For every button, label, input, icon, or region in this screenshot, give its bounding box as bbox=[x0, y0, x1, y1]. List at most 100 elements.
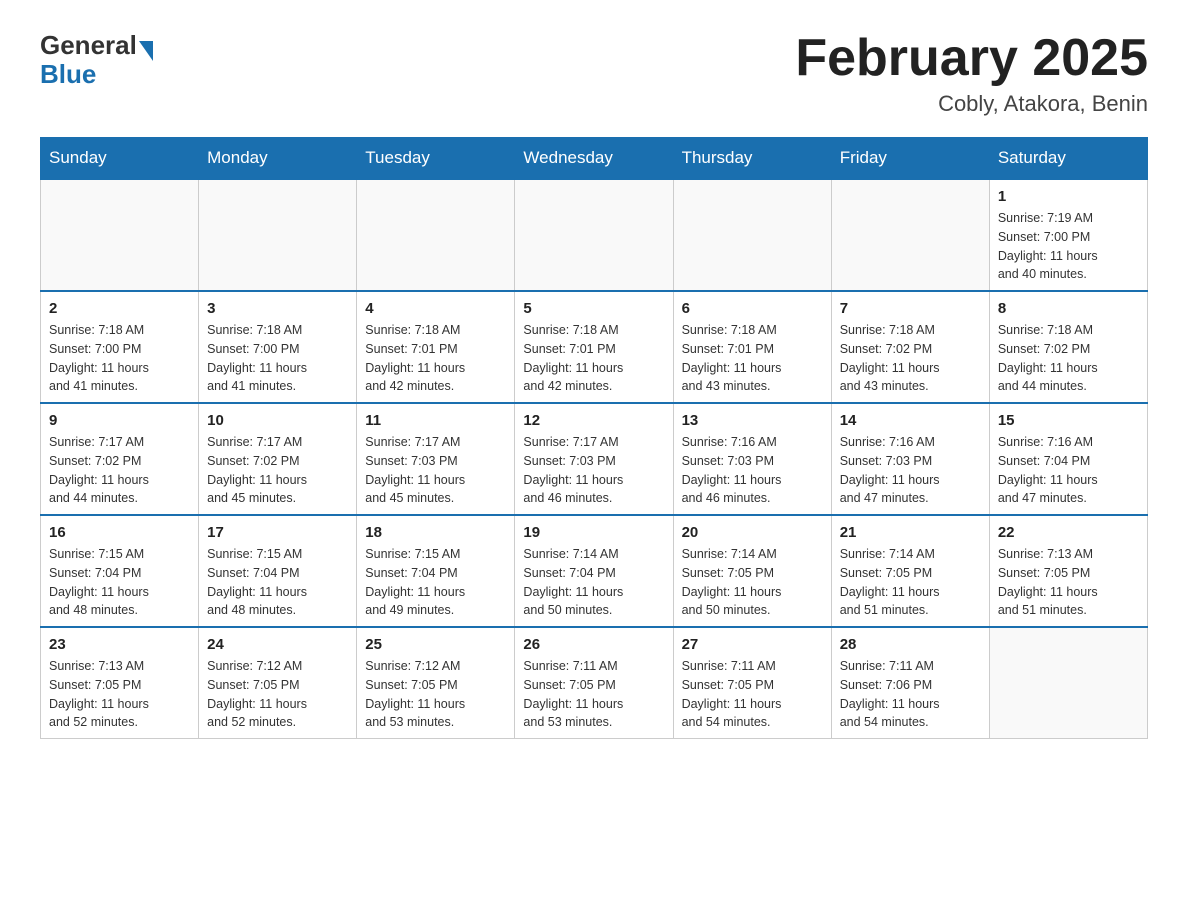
day-info: Sunrise: 7:12 AMSunset: 7:05 PMDaylight:… bbox=[365, 657, 506, 732]
day-header-friday: Friday bbox=[831, 138, 989, 180]
day-header-saturday: Saturday bbox=[989, 138, 1147, 180]
calendar-cell: 18Sunrise: 7:15 AMSunset: 7:04 PMDayligh… bbox=[357, 515, 515, 627]
calendar-cell: 19Sunrise: 7:14 AMSunset: 7:04 PMDayligh… bbox=[515, 515, 673, 627]
day-info: Sunrise: 7:14 AMSunset: 7:05 PMDaylight:… bbox=[840, 545, 981, 620]
day-info: Sunrise: 7:18 AMSunset: 7:02 PMDaylight:… bbox=[998, 321, 1139, 396]
day-number: 1 bbox=[998, 188, 1139, 205]
calendar-cell bbox=[41, 179, 199, 291]
day-info: Sunrise: 7:18 AMSunset: 7:00 PMDaylight:… bbox=[49, 321, 190, 396]
day-number: 5 bbox=[523, 300, 664, 317]
page-header: General Blue February 2025 Cobly, Atakor… bbox=[40, 30, 1148, 117]
calendar-cell: 20Sunrise: 7:14 AMSunset: 7:05 PMDayligh… bbox=[673, 515, 831, 627]
day-number: 16 bbox=[49, 524, 190, 541]
day-info: Sunrise: 7:17 AMSunset: 7:02 PMDaylight:… bbox=[207, 433, 348, 508]
calendar-cell bbox=[199, 179, 357, 291]
day-header-sunday: Sunday bbox=[41, 138, 199, 180]
calendar-cell: 23 Sunrise: 7:13 AMSunset: 7:05 PMDayligh… bbox=[41, 627, 199, 739]
calendar-cell: 25 Sunrise: 7:12 AMSunset: 7:05 PMDayligh… bbox=[357, 627, 515, 739]
day-header-tuesday: Tuesday bbox=[357, 138, 515, 180]
calendar-cell: 2 Sunrise: 7:18 AMSunset: 7:00 PMDaylight… bbox=[41, 291, 199, 403]
month-title: February 2025 bbox=[795, 30, 1148, 87]
day-number: 22 bbox=[998, 524, 1139, 541]
day-number: 18 bbox=[365, 524, 506, 541]
day-info: Sunrise: 7:18 AMSunset: 7:01 PMDaylight:… bbox=[523, 321, 664, 396]
day-info: Sunrise: 7:17 AMSunset: 7:03 PMDaylight:… bbox=[523, 433, 664, 508]
day-header-thursday: Thursday bbox=[673, 138, 831, 180]
calendar-cell bbox=[673, 179, 831, 291]
day-header-row: SundayMondayTuesdayWednesdayThursdayFrid… bbox=[41, 138, 1148, 180]
day-number: 17 bbox=[207, 524, 348, 541]
day-number: 14 bbox=[840, 412, 981, 429]
calendar-cell: 7 Sunrise: 7:18 AMSunset: 7:02 PMDaylight… bbox=[831, 291, 989, 403]
day-info: Sunrise: 7:14 AMSunset: 7:04 PMDaylight:… bbox=[523, 545, 664, 620]
day-number: 8 bbox=[998, 300, 1139, 317]
logo-wrapper: General Blue bbox=[40, 30, 153, 87]
day-number: 4 bbox=[365, 300, 506, 317]
day-info: Sunrise: 7:13 AMSunset: 7:05 PMDaylight:… bbox=[998, 545, 1139, 620]
calendar-cell: 5 Sunrise: 7:18 AMSunset: 7:01 PMDaylight… bbox=[515, 291, 673, 403]
logo-general-text: General bbox=[40, 30, 137, 61]
logo-blue-text: Blue bbox=[40, 61, 153, 87]
calendar-cell: 14 Sunrise: 7:16 AMSunset: 7:03 PMDayligh… bbox=[831, 403, 989, 515]
day-info: Sunrise: 7:19 AMSunset: 7:00 PMDaylight:… bbox=[998, 209, 1139, 284]
day-header-wednesday: Wednesday bbox=[515, 138, 673, 180]
day-number: 23 bbox=[49, 636, 190, 653]
calendar-cell bbox=[357, 179, 515, 291]
calendar-week-0: 1 Sunrise: 7:19 AMSunset: 7:00 PMDaylight… bbox=[41, 179, 1148, 291]
location-title: Cobly, Atakora, Benin bbox=[795, 91, 1148, 117]
day-info: Sunrise: 7:18 AMSunset: 7:02 PMDaylight:… bbox=[840, 321, 981, 396]
calendar-cell: 11 Sunrise: 7:17 AMSunset: 7:03 PMDayligh… bbox=[357, 403, 515, 515]
calendar-cell: 1 Sunrise: 7:19 AMSunset: 7:00 PMDaylight… bbox=[989, 179, 1147, 291]
day-info: Sunrise: 7:17 AMSunset: 7:03 PMDaylight:… bbox=[365, 433, 506, 508]
day-info: Sunrise: 7:13 AMSunset: 7:05 PMDaylight:… bbox=[49, 657, 190, 732]
calendar-cell: 21 Sunrise: 7:14 AMSunset: 7:05 PMDayligh… bbox=[831, 515, 989, 627]
calendar-cell: 27Sunrise: 7:11 AMSunset: 7:05 PMDayligh… bbox=[673, 627, 831, 739]
day-info: Sunrise: 7:17 AMSunset: 7:02 PMDaylight:… bbox=[49, 433, 190, 508]
day-number: 24 bbox=[207, 636, 348, 653]
day-number: 28 bbox=[840, 636, 981, 653]
calendar-cell bbox=[515, 179, 673, 291]
day-number: 11 bbox=[365, 412, 506, 429]
calendar-cell: 10 Sunrise: 7:17 AMSunset: 7:02 PMDayligh… bbox=[199, 403, 357, 515]
day-number: 9 bbox=[49, 412, 190, 429]
logo-arrow-icon bbox=[139, 41, 153, 61]
day-info: Sunrise: 7:16 AMSunset: 7:03 PMDaylight:… bbox=[682, 433, 823, 508]
calendar-cell: 28 Sunrise: 7:11 AMSunset: 7:06 PMDayligh… bbox=[831, 627, 989, 739]
calendar-table: SundayMondayTuesdayWednesdayThursdayFrid… bbox=[40, 137, 1148, 739]
day-number: 12 bbox=[523, 412, 664, 429]
day-number: 25 bbox=[365, 636, 506, 653]
day-info: Sunrise: 7:11 AMSunset: 7:06 PMDaylight:… bbox=[840, 657, 981, 732]
day-number: 6 bbox=[682, 300, 823, 317]
calendar-cell: 26 Sunrise: 7:11 AMSunset: 7:05 PMDayligh… bbox=[515, 627, 673, 739]
day-number: 13 bbox=[682, 412, 823, 429]
day-info: Sunrise: 7:11 AMSunset: 7:05 PMDaylight:… bbox=[523, 657, 664, 732]
day-info: Sunrise: 7:12 AMSunset: 7:05 PMDaylight:… bbox=[207, 657, 348, 732]
day-info: Sunrise: 7:18 AMSunset: 7:01 PMDaylight:… bbox=[365, 321, 506, 396]
logo-top-row: General bbox=[40, 30, 153, 61]
day-number: 3 bbox=[207, 300, 348, 317]
day-info: Sunrise: 7:16 AMSunset: 7:03 PMDaylight:… bbox=[840, 433, 981, 508]
calendar-week-4: 23 Sunrise: 7:13 AMSunset: 7:05 PMDayligh… bbox=[41, 627, 1148, 739]
logo: General Blue bbox=[40, 30, 153, 87]
calendar-cell: 4 Sunrise: 7:18 AMSunset: 7:01 PMDaylight… bbox=[357, 291, 515, 403]
calendar-week-1: 2 Sunrise: 7:18 AMSunset: 7:00 PMDaylight… bbox=[41, 291, 1148, 403]
day-number: 20 bbox=[682, 524, 823, 541]
calendar-cell: 3Sunrise: 7:18 AMSunset: 7:00 PMDaylight… bbox=[199, 291, 357, 403]
calendar-cell: 9 Sunrise: 7:17 AMSunset: 7:02 PMDaylight… bbox=[41, 403, 199, 515]
day-info: Sunrise: 7:16 AMSunset: 7:04 PMDaylight:… bbox=[998, 433, 1139, 508]
calendar-cell: 15 Sunrise: 7:16 AMSunset: 7:04 PMDayligh… bbox=[989, 403, 1147, 515]
day-info: Sunrise: 7:11 AMSunset: 7:05 PMDaylight:… bbox=[682, 657, 823, 732]
calendar-cell: 16Sunrise: 7:15 AMSunset: 7:04 PMDayligh… bbox=[41, 515, 199, 627]
calendar-cell: 12 Sunrise: 7:17 AMSunset: 7:03 PMDayligh… bbox=[515, 403, 673, 515]
day-number: 15 bbox=[998, 412, 1139, 429]
calendar-cell: 17 Sunrise: 7:15 AMSunset: 7:04 PMDayligh… bbox=[199, 515, 357, 627]
day-number: 21 bbox=[840, 524, 981, 541]
day-number: 26 bbox=[523, 636, 664, 653]
day-number: 7 bbox=[840, 300, 981, 317]
calendar-cell: 22 Sunrise: 7:13 AMSunset: 7:05 PMDayligh… bbox=[989, 515, 1147, 627]
day-number: 2 bbox=[49, 300, 190, 317]
day-number: 10 bbox=[207, 412, 348, 429]
day-info: Sunrise: 7:15 AMSunset: 7:04 PMDaylight:… bbox=[207, 545, 348, 620]
calendar-week-2: 9 Sunrise: 7:17 AMSunset: 7:02 PMDaylight… bbox=[41, 403, 1148, 515]
calendar-cell: 8 Sunrise: 7:18 AMSunset: 7:02 PMDaylight… bbox=[989, 291, 1147, 403]
